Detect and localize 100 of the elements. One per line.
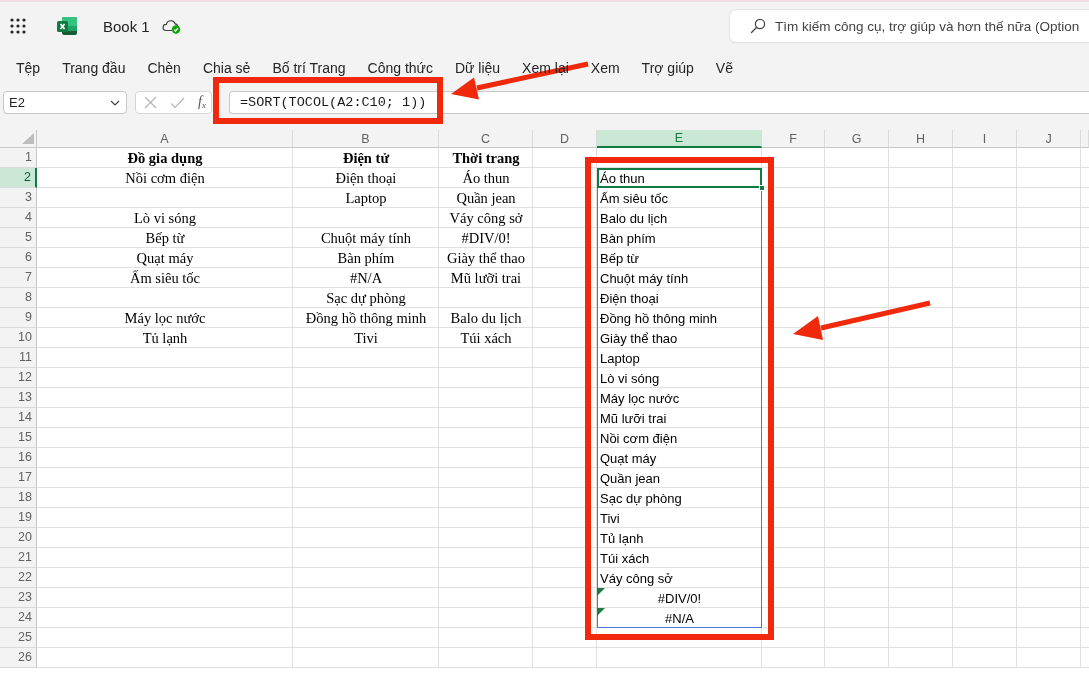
- row-header[interactable]: 20: [0, 528, 37, 548]
- table-cell: Quạt máy: [597, 448, 762, 468]
- table-cell: Giày thể thao: [597, 328, 762, 348]
- column-header[interactable]: D: [533, 130, 597, 148]
- row-header[interactable]: 6: [0, 248, 37, 268]
- table-cell-text: Nồi cơm điện: [124, 168, 206, 188]
- cross-icon[interactable]: [144, 96, 157, 109]
- row-header[interactable]: 7: [0, 268, 37, 288]
- insert-function-button[interactable]: f$_{x}$: [198, 95, 206, 110]
- table-cell-text: Ấm siêu tốc: [128, 268, 202, 288]
- table-cell: Sạc dự phòng: [597, 488, 762, 508]
- table-cell-text: Giày thể thao: [445, 248, 527, 268]
- ribbon-tab[interactable]: Dữ liệu: [454, 60, 501, 76]
- select-all-icon[interactable]: [22, 133, 34, 144]
- search-field[interactable]: Tìm kiếm công cụ, trợ giúp và hơn thế nữa (Option: [730, 10, 1089, 42]
- column-header[interactable]: B: [293, 130, 439, 148]
- table-cell: Đồng hồ thông minh: [597, 308, 762, 328]
- checkmark-icon[interactable]: [170, 96, 185, 109]
- ribbon-tab[interactable]: Trợ giúp: [641, 60, 694, 76]
- table-cell-text: Laptop: [344, 188, 388, 208]
- ribbon-tab[interactable]: Xem: [590, 60, 620, 76]
- table-cell: Bếp từ: [597, 248, 762, 268]
- row-header[interactable]: 13: [0, 388, 37, 408]
- table-cell-text: Balo du lịch: [449, 308, 523, 328]
- cloud-check-icon[interactable]: [160, 18, 181, 34]
- table-cell-text: Mũ lưỡi trai: [449, 268, 523, 288]
- row-header[interactable]: 23: [0, 588, 37, 608]
- column-header[interactable]: G: [825, 130, 889, 148]
- row-header[interactable]: 25: [0, 628, 37, 648]
- row-header[interactable]: 19: [0, 508, 37, 528]
- table-cell: Lò vi sóng: [597, 368, 762, 388]
- table-cell-text: Bếp từ: [144, 228, 186, 248]
- ribbon-tab[interactable]: Tệp: [16, 60, 41, 76]
- row-header[interactable]: 8: [0, 288, 37, 308]
- fill-handle[interactable]: [759, 185, 765, 191]
- table-cell: #N/A: [597, 608, 762, 628]
- table-cell-text: Quần jean: [455, 188, 517, 208]
- table-cell: Chuột máy tính: [597, 268, 762, 288]
- table-cell: Nồi cơm điện: [597, 428, 762, 448]
- row-header[interactable]: 26: [0, 648, 37, 668]
- table-cell: Áo thun: [597, 168, 762, 188]
- table-cell-text: Điện thoại: [334, 168, 398, 188]
- row-header[interactable]: 14: [0, 408, 37, 428]
- table-cell-text: Chuột máy tính: [319, 228, 413, 248]
- table-cell-text: Quạt máy: [135, 248, 195, 268]
- table-cell: Máy lọc nước: [597, 388, 762, 408]
- table-cell-text: Điện tử: [341, 148, 391, 168]
- table-cell-text: Thời trang: [451, 148, 521, 168]
- table-cell-text: Váy công sở: [448, 208, 524, 228]
- table-cell-text: #N/A: [348, 268, 384, 288]
- row-header[interactable]: 17: [0, 468, 37, 488]
- table-cell-text: Sạc dự phòng: [325, 288, 407, 308]
- column-header[interactable]: H: [889, 130, 953, 148]
- table-cell: Mũ lưỡi trai: [597, 408, 762, 428]
- table-cell: Bàn phím: [597, 228, 762, 248]
- row-header[interactable]: 1: [0, 148, 37, 168]
- table-cell-text: Đồng hồ thông minh: [304, 308, 428, 328]
- ribbon-tab[interactable]: Công thức: [367, 60, 433, 76]
- column-header[interactable]: C: [439, 130, 533, 148]
- document-title[interactable]: Book 1: [103, 17, 150, 35]
- table-cell: Balo du lịch: [597, 208, 762, 228]
- ribbon-tab[interactable]: Chèn: [147, 60, 181, 76]
- row-header[interactable]: 9: [0, 308, 37, 328]
- column-header[interactable]: F: [762, 130, 825, 148]
- row-header[interactable]: 3: [0, 188, 37, 208]
- table-cell-text: Lò vi sóng: [133, 208, 197, 228]
- ribbon-tab[interactable]: Bố trí Trang: [272, 60, 346, 76]
- error-indicator-icon: [597, 588, 605, 596]
- ribbon-tab[interactable]: Chia sẻ: [202, 60, 251, 76]
- column-header[interactable]: J: [1017, 130, 1081, 148]
- row-header[interactable]: 5: [0, 228, 37, 248]
- chevron-down-icon[interactable]: [110, 99, 120, 106]
- table-cell: Tủ lạnh: [597, 528, 762, 548]
- row-header[interactable]: 16: [0, 448, 37, 468]
- column-header[interactable]: [1081, 130, 1089, 148]
- table-cell-text: Bàn phím: [336, 248, 396, 268]
- ribbon-tab[interactable]: Vẽ: [715, 60, 733, 76]
- column-header[interactable]: A: [37, 130, 293, 148]
- row-header[interactable]: 12: [0, 368, 37, 388]
- row-header[interactable]: 21: [0, 548, 37, 568]
- table-cell: Điện thoại: [597, 288, 762, 308]
- ribbon-tab[interactable]: Trang đầu: [62, 60, 126, 76]
- row-header[interactable]: 24: [0, 608, 37, 628]
- table-cell: Tivi: [597, 508, 762, 528]
- row-header[interactable]: 4: [0, 208, 37, 228]
- row-header[interactable]: 2: [0, 168, 37, 188]
- formula-field[interactable]: =SORT(TOCOL(A2:C10; 1)): [229, 91, 1089, 114]
- column-header[interactable]: E: [597, 130, 762, 148]
- row-header[interactable]: 15: [0, 428, 37, 448]
- spreadsheet-app-icon: [57, 16, 77, 36]
- row-header[interactable]: 11: [0, 348, 37, 368]
- table-cell-text: Tivi: [353, 328, 379, 348]
- row-header[interactable]: 10: [0, 328, 37, 348]
- column-header[interactable]: I: [953, 130, 1017, 148]
- row-header[interactable]: 22: [0, 568, 37, 588]
- app-launcher-icon[interactable]: [10, 18, 26, 34]
- name-box[interactable]: E2: [3, 91, 127, 114]
- row-header[interactable]: 18: [0, 488, 37, 508]
- table-cell-text: Máy lọc nước: [123, 308, 207, 328]
- select-all-button[interactable]: [0, 130, 37, 148]
